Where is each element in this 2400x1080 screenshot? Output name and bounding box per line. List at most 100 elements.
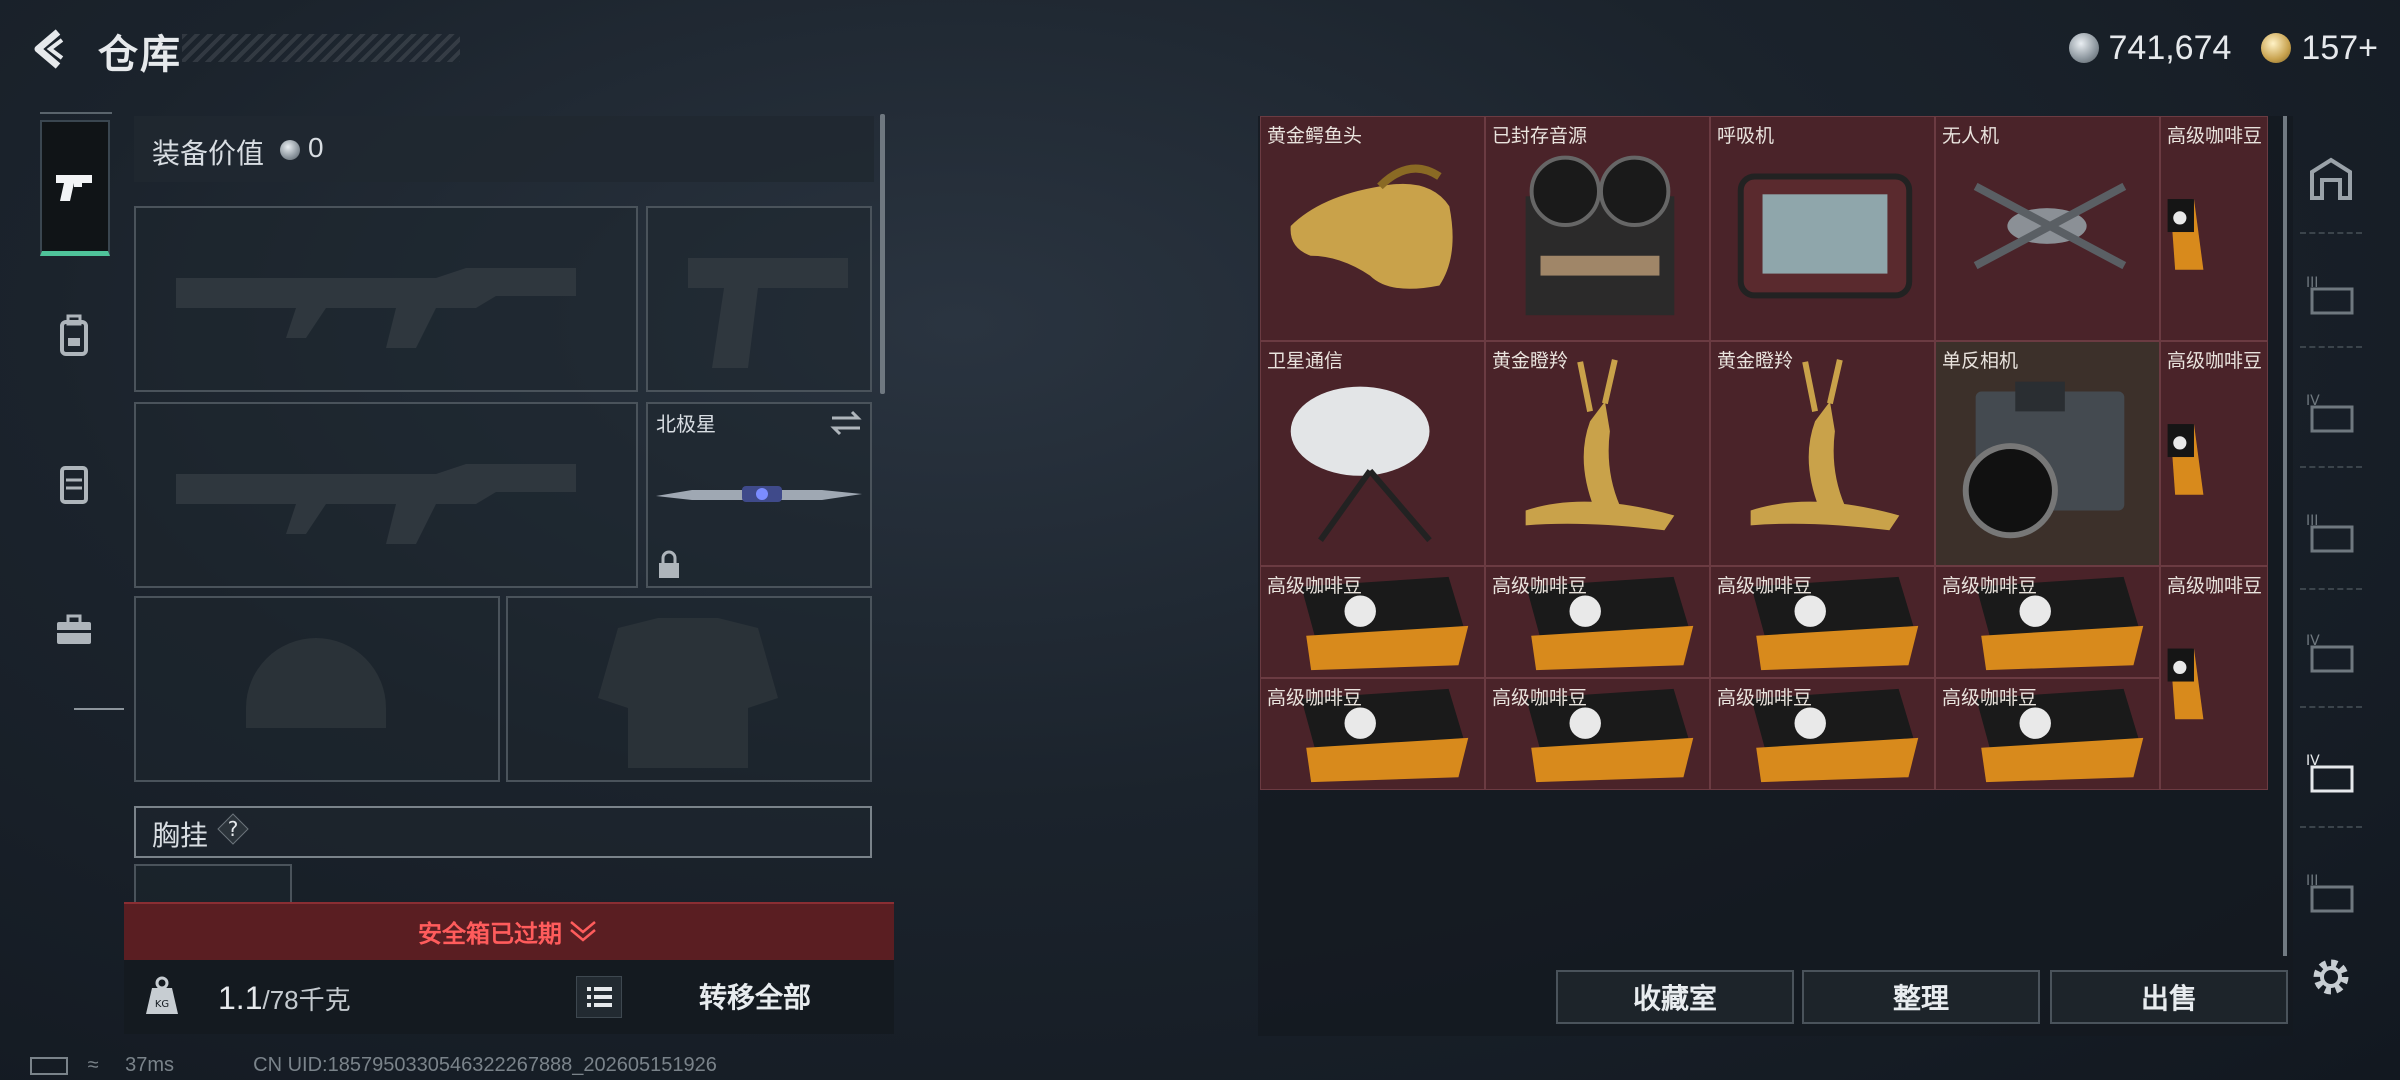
nav-tab-backpack[interactable]	[40, 302, 108, 370]
secondary-weapon-slot[interactable]	[134, 402, 638, 588]
ping: 37ms	[125, 1054, 175, 1076]
nav-frame-top	[40, 112, 112, 114]
item-name: 黄金瞪羚	[1717, 351, 1794, 372]
warehouse-tab-3c[interactable]: III	[2298, 860, 2364, 926]
coffee-bag-icon	[2161, 342, 2267, 565]
pistol-icon	[56, 174, 92, 201]
inventory-item[interactable]: 高级咖啡豆	[1485, 566, 1710, 678]
item-name: 黄金鳄鱼头	[1267, 126, 1363, 147]
gold-crocodile-head-icon	[1261, 117, 1484, 340]
equipment-value-label: 装备价值	[152, 138, 265, 169]
item-name: 呼吸机	[1717, 126, 1775, 147]
item-name: 高级咖啡豆	[1942, 688, 2038, 709]
warehouse-icon	[2310, 157, 2352, 200]
nav-frame-bottom	[74, 708, 124, 710]
list-view-button[interactable]	[576, 976, 622, 1018]
warehouse-tab-home[interactable]	[2298, 146, 2364, 212]
inventory-item[interactable]: 高级咖啡豆	[1260, 678, 1485, 790]
premium-balance[interactable]: 157+	[2301, 29, 2378, 68]
inventory-item[interactable]: 高级咖啡豆	[1710, 566, 1935, 678]
nav-tab-weapons[interactable]	[40, 120, 110, 256]
briefcase-icon	[57, 614, 91, 644]
back-button[interactable]	[28, 26, 74, 72]
sort-button[interactable]: 整理	[1802, 970, 2040, 1024]
pistol-silhouette-icon	[688, 258, 848, 368]
helmet-silhouette-icon	[246, 638, 386, 728]
warehouse-tab-4a[interactable]: IV	[2298, 380, 2364, 446]
item-name: 高级咖啡豆	[1492, 688, 1588, 709]
inventory-item[interactable]: 高级咖啡豆	[1935, 566, 2160, 678]
gear-icon	[2313, 959, 2349, 995]
battery-icon	[30, 1056, 68, 1075]
chest-rig-slot[interactable]	[134, 864, 292, 904]
back-arrow-icon	[34, 29, 64, 69]
inventory-item[interactable]: 高级咖啡豆	[2160, 116, 2268, 341]
helmet-slot[interactable]	[134, 596, 500, 782]
sell-button[interactable]: 出售	[2050, 970, 2288, 1024]
camera-icon	[1936, 342, 2159, 565]
item-name: 高级咖啡豆	[2167, 351, 2263, 372]
svg-text:KG: KG	[155, 999, 169, 1010]
inventory-item[interactable]: 高级咖啡豆	[1260, 566, 1485, 678]
inventory-item[interactable]: 高级咖啡豆	[1485, 678, 1710, 790]
inventory-item[interactable]: 高级咖啡豆	[1710, 678, 1935, 790]
inventory-item[interactable]: 高级咖啡豆	[2160, 566, 2268, 790]
settings-button[interactable]	[2298, 944, 2364, 1010]
divider	[2300, 466, 2362, 470]
transfer-all-button[interactable]: 转移全部	[640, 970, 870, 1022]
nav-tab-toolbox[interactable]	[40, 596, 108, 664]
warehouse-tab-3b[interactable]: III	[2298, 500, 2364, 566]
storage-tier-4-icon: IV	[2306, 753, 2354, 793]
item-name: 黄金瞪羚	[1492, 351, 1569, 372]
help-icon[interactable]: ?	[216, 812, 250, 846]
inventory-item[interactable]: 黄金瞪羚	[1485, 341, 1710, 566]
weight-readout: 1.1/78千克	[218, 980, 351, 1017]
inventory-item[interactable]: 卫星通信	[1260, 341, 1485, 566]
safe-case-icon	[60, 466, 88, 504]
lock-icon	[659, 550, 679, 578]
inventory-item[interactable]: 黄金瞪羚	[1710, 341, 1935, 566]
warehouse-tab-4b[interactable]: IV	[2298, 620, 2364, 686]
item-name: 高级咖啡豆	[1717, 576, 1813, 597]
sidearm-slot[interactable]	[646, 206, 872, 392]
inventory-item[interactable]: 黄金鳄鱼头	[1260, 116, 1485, 341]
safe-box-expired-text: 安全箱已过期	[418, 921, 562, 948]
storage-tier-3-icon: III	[2306, 275, 2354, 315]
melee-name: 北极星	[656, 414, 716, 436]
storage-tier-4-icon: IV	[2306, 393, 2354, 433]
item-name: 卫星通信	[1267, 351, 1344, 372]
warehouse-tab-4-active[interactable]: IV	[2298, 740, 2364, 806]
inventory-item[interactable]: 已封存音源	[1485, 116, 1710, 341]
item-name: 高级咖啡豆	[2167, 576, 2263, 597]
divider	[2300, 346, 2362, 350]
equipment-value: 0	[308, 132, 324, 163]
knife-icon	[656, 486, 862, 502]
equipment-scrollbar[interactable]	[880, 114, 885, 394]
item-name: 高级咖啡豆	[1717, 688, 1813, 709]
inventory-item[interactable]: 呼吸机	[1710, 116, 1935, 341]
weight-icon: KG	[144, 976, 180, 1016]
reel-tape-recorder-icon	[1486, 117, 1709, 340]
inventory-scrollbar[interactable]	[2283, 116, 2287, 956]
item-name: 高级咖啡豆	[2167, 126, 2263, 147]
warehouse-tab-3[interactable]: III	[2298, 262, 2364, 328]
item-name: 高级咖啡豆	[1267, 688, 1363, 709]
inventory-item[interactable]: 高级咖啡豆	[2160, 341, 2268, 566]
inventory-item[interactable]: 无人机	[1935, 116, 2160, 341]
armor-slot[interactable]	[506, 596, 872, 782]
inventory-item[interactable]: 单反相机	[1935, 341, 2160, 566]
nav-tab-container[interactable]	[40, 450, 108, 518]
swap-icon[interactable]	[828, 408, 864, 438]
gold-gazelle-icon	[1711, 342, 1934, 565]
melee-slot[interactable]: 北极星	[646, 402, 872, 588]
primary-weapon-slot[interactable]	[134, 206, 638, 392]
divider	[2300, 232, 2362, 236]
coin-icon	[2068, 33, 2099, 63]
inventory-item[interactable]: 高级咖啡豆	[1935, 678, 2160, 790]
item-name: 单反相机	[1942, 351, 2019, 372]
storage-tier-4-icon: IV	[2306, 633, 2354, 673]
divider	[2300, 706, 2362, 710]
inventory-grid: 黄金鳄鱼头 已封存音源 呼吸机 无人机 高级咖啡豆 卫星通信 黄金瞪羚 黄金瞪羚 单反相机 高级咖…	[1260, 116, 2274, 792]
currency-bar: 741,674 157+	[2068, 26, 2378, 70]
collection-room-button[interactable]: 收藏室	[1556, 970, 1794, 1024]
